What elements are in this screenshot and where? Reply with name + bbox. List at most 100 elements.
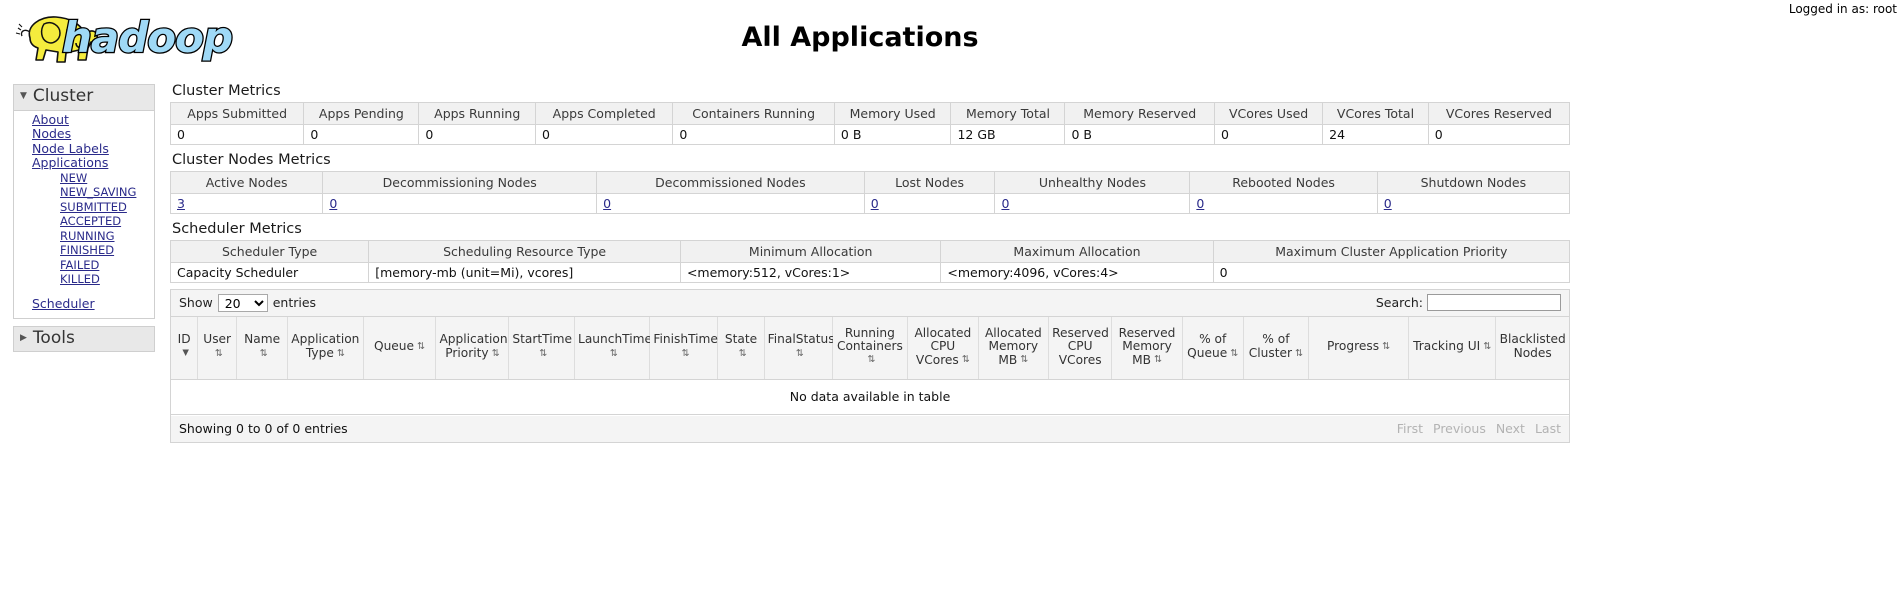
metric-link[interactable]: 0 — [1196, 196, 1204, 211]
column-header-launchtime[interactable]: LaunchTime ⇅ — [575, 317, 650, 379]
sort-desc-icon: ▼ — [182, 349, 189, 358]
sidebar-item-running[interactable]: RUNNING — [14, 229, 154, 244]
scheduler-metrics-table: Scheduler TypeScheduling Resource TypeMi… — [170, 240, 1570, 283]
column-header-name[interactable]: Name⇅ — [237, 317, 288, 379]
pagination-previous[interactable]: Previous — [1433, 421, 1486, 436]
cluster-metrics-title: Cluster Metrics — [172, 82, 1570, 100]
table-cell[interactable]: 0 — [995, 194, 1190, 214]
sidebar-item-about[interactable]: About — [14, 113, 154, 128]
pagination-last[interactable]: Last — [1535, 421, 1561, 436]
column-header-blacklisted-nodes[interactable]: Blacklisted Nodes — [1496, 317, 1569, 379]
column-header-reserved-cpu-vcores[interactable]: Reserved CPU VCores — [1049, 317, 1112, 379]
sidebar-item-submitted[interactable]: SUBMITTED — [14, 200, 154, 215]
pagination-first[interactable]: First — [1397, 421, 1423, 436]
sidebar-item-failed[interactable]: FAILED — [14, 258, 154, 273]
column-header-state[interactable]: State⇅ — [718, 317, 764, 379]
sort-both-icon: ⇅ — [417, 342, 425, 352]
search-input[interactable] — [1427, 294, 1561, 311]
logged-in-status: Logged in as: root — [1789, 2, 1897, 16]
column-header-label: % of Queue — [1187, 332, 1227, 360]
metric-link[interactable]: 0 — [1001, 196, 1009, 211]
column-header-label: LaunchTime — [578, 332, 652, 346]
sort-both-icon: ⇅ — [1230, 349, 1238, 359]
sort-both-icon: ⇅ — [796, 349, 804, 359]
sidebar-item-new[interactable]: NEW — [14, 171, 154, 186]
sidebar-item-killed[interactable]: KILLED — [14, 272, 154, 287]
column-header-user[interactable]: User⇅ — [198, 317, 237, 379]
show-label: Show — [179, 295, 213, 310]
column-header-id[interactable]: ID ▼ — [171, 317, 198, 379]
column-header: Memory Reserved — [1065, 103, 1215, 125]
column-header-label: FinalStatus — [768, 332, 835, 346]
metric-link[interactable]: 3 — [177, 196, 185, 211]
cluster-nodes-metrics-title: Cluster Nodes Metrics — [172, 151, 1570, 169]
column-header-running-containers[interactable]: Running Containers⇅ — [832, 317, 907, 379]
column-header-label: ID — [178, 332, 191, 346]
search-label: Search: — [1376, 295, 1423, 310]
sidebar-item-new-saving[interactable]: NEW_SAVING — [14, 185, 154, 200]
sidebar-item-applications[interactable]: Applications — [14, 156, 154, 171]
table-header-row: Scheduler TypeScheduling Resource TypeMi… — [171, 241, 1570, 263]
column-header-label: Tracking UI — [1413, 339, 1480, 353]
table-cell: 0 — [1213, 263, 1569, 283]
table-cell: 0 — [304, 125, 419, 145]
sort-both-icon: ⇅ — [610, 349, 618, 359]
column-header: Apps Submitted — [171, 103, 304, 125]
applications-table: ID ▼ User⇅Name⇅Application Type⇅Queue⇅Appl… — [171, 317, 1569, 415]
sidebar-item-accepted[interactable]: ACCEPTED — [14, 214, 154, 229]
column-header-application-priority[interactable]: Application Priority⇅ — [436, 317, 509, 379]
metric-link[interactable]: 0 — [329, 196, 337, 211]
column-header-finishtime[interactable]: FinishTime⇅ — [650, 317, 718, 379]
sidebar-item-scheduler[interactable]: Scheduler — [14, 297, 154, 312]
table-cell[interactable]: 0 — [1377, 194, 1569, 214]
sidebar-cluster-links: About Nodes Node Labels Applications NEW… — [13, 111, 155, 319]
sort-both-icon: ⇅ — [739, 349, 747, 359]
sidebar-section-tools-label: Tools — [33, 329, 75, 349]
column-header-of-queue[interactable]: % of Queue⇅ — [1182, 317, 1243, 379]
column-header-reserved-memory-mb[interactable]: Reserved Memory MB⇅ — [1112, 317, 1183, 379]
page-length-select[interactable]: 20406080100 — [218, 294, 268, 312]
column-header: Apps Pending — [304, 103, 419, 125]
table-cell: 0 — [1215, 125, 1323, 145]
pagination-next[interactable]: Next — [1496, 421, 1525, 436]
table-cell: 0 B — [834, 125, 951, 145]
column-header: Decommissioned Nodes — [597, 172, 865, 194]
table-cell[interactable]: 0 — [864, 194, 995, 214]
sidebar-item-node-labels[interactable]: Node Labels — [14, 142, 154, 157]
column-header-of-cluster[interactable]: % of Cluster⇅ — [1243, 317, 1309, 379]
column-header-tracking-ui[interactable]: Tracking UI⇅ — [1408, 317, 1496, 379]
column-header-finalstatus[interactable]: FinalStatus ⇅ — [764, 317, 832, 379]
sidebar-section-cluster[interactable]: ▼ Cluster — [13, 84, 155, 111]
sort-both-icon: ⇅ — [260, 349, 268, 359]
column-header: Active Nodes — [171, 172, 323, 194]
column-header-application-type[interactable]: Application Type⇅ — [288, 317, 363, 379]
table-cell[interactable]: 3 — [171, 194, 323, 214]
column-header-allocated-cpu-vcores[interactable]: Allocated CPU VCores⇅ — [908, 317, 979, 379]
sort-both-icon: ⇅ — [1154, 355, 1162, 365]
sidebar-section-tools[interactable]: ▶ Tools — [13, 326, 155, 353]
table-row: Capacity Scheduler[memory-mb (unit=Mi), … — [171, 263, 1570, 283]
sidebar: ▼ Cluster About Nodes Node Labels Applic… — [13, 84, 155, 352]
column-header-queue[interactable]: Queue⇅ — [363, 317, 436, 379]
datatable-controls: Show 20406080100 entries Search: — [171, 290, 1569, 317]
main-content: Cluster Metrics Apps SubmittedApps Pendi… — [170, 82, 1570, 443]
column-header: Maximum Cluster Application Priority — [1213, 241, 1569, 263]
sidebar-item-nodes[interactable]: Nodes — [14, 127, 154, 142]
table-cell[interactable]: 0 — [1190, 194, 1377, 214]
metric-link[interactable]: 0 — [871, 196, 879, 211]
table-cell[interactable]: 0 — [597, 194, 865, 214]
column-header-starttime[interactable]: StartTime⇅ — [509, 317, 575, 379]
column-header-allocated-memory-mb[interactable]: Allocated Memory MB⇅ — [978, 317, 1049, 379]
metric-link[interactable]: 0 — [603, 196, 611, 211]
column-header: Memory Used — [834, 103, 951, 125]
table-cell: <memory:4096, vCores:4> — [941, 263, 1213, 283]
sort-both-icon: ⇅ — [681, 349, 689, 359]
table-cell[interactable]: 0 — [323, 194, 597, 214]
pagination: First Previous Next Last — [1397, 421, 1561, 436]
metric-link[interactable]: 0 — [1384, 196, 1392, 211]
column-header-label: Blacklisted Nodes — [1500, 332, 1566, 360]
table-header-row: Apps SubmittedApps PendingApps RunningAp… — [171, 103, 1570, 125]
sidebar-item-finished[interactable]: FINISHED — [14, 243, 154, 258]
sort-both-icon: ⇅ — [539, 349, 547, 359]
column-header-progress[interactable]: Progress⇅ — [1309, 317, 1409, 379]
